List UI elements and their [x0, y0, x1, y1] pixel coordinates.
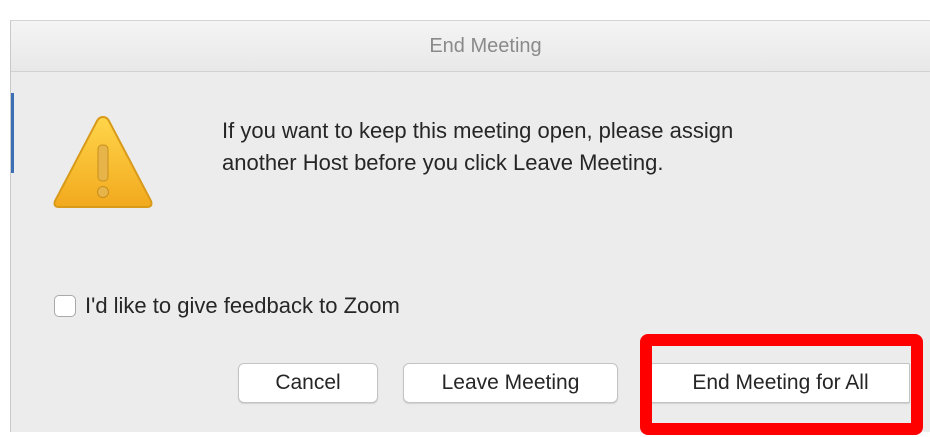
window-edge-accent: [11, 93, 14, 173]
cancel-button[interactable]: Cancel: [238, 363, 378, 403]
end-meeting-for-all-button[interactable]: End Meeting for All: [651, 363, 910, 403]
feedback-label: I'd like to give feedback to Zoom: [85, 293, 400, 318]
feedback-checkbox[interactable]: [54, 295, 76, 317]
warning-icon: [53, 115, 153, 208]
end-meeting-dialog: End Meeting If you want to keep this mee…: [10, 20, 930, 432]
leave-meeting-button[interactable]: Leave Meeting: [403, 363, 618, 403]
dialog-message: If you want to keep this meeting open, p…: [222, 115, 902, 179]
message-line-2: another Host before you click Leave Meet…: [222, 150, 664, 175]
message-line-1: If you want to keep this meeting open, p…: [222, 118, 734, 143]
dialog-title: End Meeting: [429, 34, 542, 57]
feedback-option[interactable]: I'd like to give feedback to Zoom: [54, 293, 400, 319]
title-bar: End Meeting: [11, 21, 930, 72]
